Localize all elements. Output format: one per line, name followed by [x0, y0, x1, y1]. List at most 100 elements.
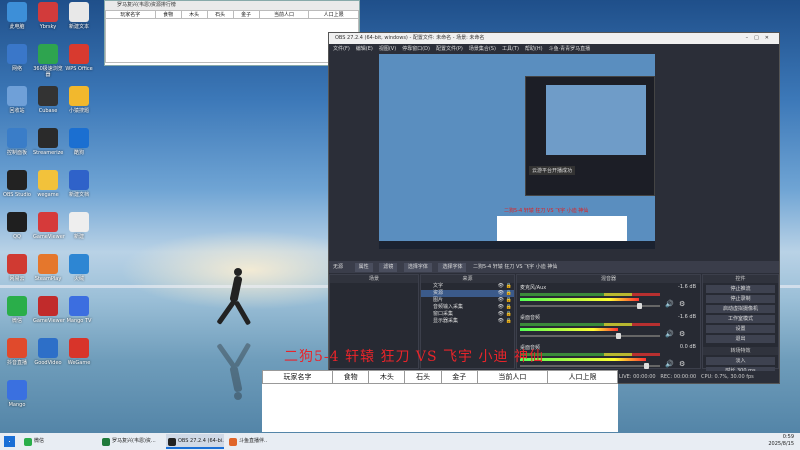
window-controls[interactable]: –□✕: [746, 33, 775, 44]
properties-button[interactable]: 属性: [354, 263, 373, 272]
mixer-db-value: -1.6 dB: [678, 284, 696, 290]
desktop-icon[interactable]: Mango: [2, 380, 32, 408]
source-item-label: 资源: [433, 290, 444, 296]
speaker-icon[interactable]: 🔊: [665, 300, 674, 308]
transition-select[interactable]: 淡入: [706, 357, 775, 365]
menu-item[interactable]: 文件(F): [333, 46, 350, 52]
desktop-icon[interactable]: 小猿搜题: [64, 86, 94, 114]
control-button[interactable]: 停止录制: [706, 295, 775, 303]
visibility-icon[interactable]: 👁: [498, 318, 504, 325]
desktop-icon[interactable]: 火绒: [64, 254, 94, 282]
select-color-button[interactable]: 选择字体: [438, 263, 467, 272]
desktop-icon[interactable]: 抖音直播: [2, 338, 32, 366]
preview-taskbar: [379, 241, 655, 249]
desktop-icon-label: QQ: [13, 234, 21, 240]
system-tray[interactable]: 0:59 2025/8/15: [768, 434, 794, 448]
lock-icon[interactable]: 🔒: [506, 318, 512, 325]
desktop-icon[interactable]: 酷狗: [64, 128, 94, 156]
menu-item[interactable]: 停靠窗口(D): [402, 46, 430, 52]
desktop-icon[interactable]: 回收站: [2, 86, 32, 114]
desktop-icon[interactable]: 微信: [2, 296, 32, 324]
desktop-icon[interactable]: QQ: [2, 212, 32, 240]
control-button[interactable]: 启动虚拟摄像机: [706, 305, 775, 313]
desktop-icon[interactable]: 360极速浏览器: [33, 44, 63, 78]
desktop-icon[interactable]: WPS Office: [64, 44, 94, 72]
menu-item[interactable]: 帮助(H): [525, 46, 543, 52]
obs-preview[interactable]: 云游平台开播成功 二狗5-4 轩辕 狂刀 VS 飞宇 小迪 神仙: [379, 54, 655, 249]
desktop-icon[interactable]: SteamPlay: [33, 254, 63, 282]
desktop-icon-label: 新建: [73, 234, 84, 240]
visibility-icon[interactable]: 👁: [498, 290, 504, 297]
source-item[interactable]: 窗口采集 👁 🔒: [421, 311, 514, 318]
desktop-icon[interactable]: 新建文本: [64, 2, 94, 30]
top-excel-window[interactable]: 罗马复兴(韦恩)资源排行榜 玩家名字 食物 木头 石头 金子 当前人口 人口上限: [104, 0, 360, 66]
desktop-icon-label: Ybrsky: [39, 24, 57, 30]
desktop-icon-label: 抖音直播: [6, 360, 27, 366]
volume-slider-knob[interactable]: [616, 333, 621, 339]
desktop-icon[interactable]: Streamerize: [33, 128, 63, 156]
menu-item[interactable]: 编辑(E): [356, 46, 373, 52]
volume-slider[interactable]: [520, 333, 660, 339]
app-icon: [69, 170, 89, 190]
desktop-icon[interactable]: 新建文档: [64, 170, 94, 198]
app-icon: [229, 438, 237, 446]
visibility-icon[interactable]: 👁: [498, 304, 504, 311]
lock-icon[interactable]: 🔒: [506, 290, 512, 297]
taskbar-item[interactable]: OBS 27.2.4 (64-bi...: [166, 434, 224, 449]
speaker-icon[interactable]: 🔊: [665, 360, 674, 368]
volume-slider-knob[interactable]: [644, 363, 649, 369]
desktop-icon[interactable]: 网络: [2, 44, 32, 72]
control-button[interactable]: 设置: [706, 325, 775, 333]
menu-item[interactable]: 视图(V): [379, 46, 396, 52]
visibility-icon[interactable]: 👁: [498, 283, 504, 290]
obs-window[interactable]: OBS 27.2.4 (64-bit, windows) - 配置文件: 未命名…: [328, 32, 780, 384]
desktop-icon[interactable]: 网易云: [2, 254, 32, 282]
controls-panel[interactable]: 控件 停止推流停止录制启动虚拟摄像机工作室模式设置退出 转场特效 淡入 时长 3…: [702, 274, 779, 375]
desktop-icon[interactable]: GoodVideo: [33, 338, 63, 366]
menu-item[interactable]: 场景集合(S): [469, 46, 496, 52]
source-item[interactable]: 文字 👁 🔒: [421, 283, 514, 290]
desktop-icon[interactable]: WeGame: [64, 338, 94, 366]
desktop-icon[interactable]: wegame: [33, 170, 63, 198]
source-item[interactable]: 图片 👁 🔒: [421, 297, 514, 304]
source-item[interactable]: 音频输入采集 👁 🔒: [421, 304, 514, 311]
desktop-icon[interactable]: Mango TV: [64, 296, 94, 324]
column-header: 食物: [154, 10, 182, 19]
source-item-label: 文字: [433, 283, 444, 289]
taskbar-item[interactable]: 微信: [22, 434, 82, 449]
select-font-button[interactable]: 选择字体: [403, 263, 432, 272]
lock-icon[interactable]: 🔒: [506, 304, 512, 311]
start-icon[interactable]: [4, 436, 15, 447]
speaker-icon[interactable]: 🔊: [665, 330, 674, 338]
taskbar-item[interactable]: 斗鱼直播伴...: [227, 434, 267, 449]
lock-icon[interactable]: 🔒: [506, 297, 512, 304]
menu-item[interactable]: 工具(T): [502, 46, 519, 52]
lock-icon[interactable]: 🔒: [506, 311, 512, 318]
source-item[interactable]: 资源 👁 🔒: [421, 290, 514, 297]
desktop-icon[interactable]: 此电脑: [2, 2, 32, 30]
taskbar-item[interactable]: 罗马复兴(韦恩)资...: [100, 434, 162, 449]
desktop-icon[interactable]: Cubase: [33, 86, 63, 114]
visibility-icon[interactable]: 👁: [498, 297, 504, 304]
volume-slider[interactable]: [520, 303, 660, 309]
control-button[interactable]: 退出: [706, 335, 775, 343]
desktop-icon[interactable]: Ybrsky: [33, 2, 63, 30]
desktop-icon[interactable]: GameViewer: [33, 212, 65, 240]
lock-icon[interactable]: 🔒: [506, 283, 512, 290]
source-item[interactable]: 显示器采集 👁 🔒: [421, 318, 514, 325]
desktop-icon[interactable]: OBS Studio: [2, 170, 32, 198]
gear-icon[interactable]: ⚙: [679, 300, 685, 308]
visibility-icon[interactable]: 👁: [498, 311, 504, 318]
menu-item[interactable]: 斗鱼·青青罗马直播: [549, 46, 591, 52]
desktop-icon[interactable]: 控制面板: [2, 128, 32, 156]
filters-button[interactable]: 滤镜: [379, 263, 398, 272]
desktop-icon[interactable]: 新建: [64, 212, 94, 240]
gear-icon[interactable]: ⚙: [679, 360, 685, 368]
control-button[interactable]: 工作室模式: [706, 315, 775, 323]
volume-slider-knob[interactable]: [637, 303, 642, 309]
menu-item[interactable]: 配置文件(P): [436, 46, 463, 52]
desktop-icon[interactable]: GameViewer: [33, 296, 65, 324]
gear-icon[interactable]: ⚙: [679, 330, 685, 338]
app-icon: [38, 2, 58, 22]
control-button[interactable]: 停止推流: [706, 285, 775, 293]
